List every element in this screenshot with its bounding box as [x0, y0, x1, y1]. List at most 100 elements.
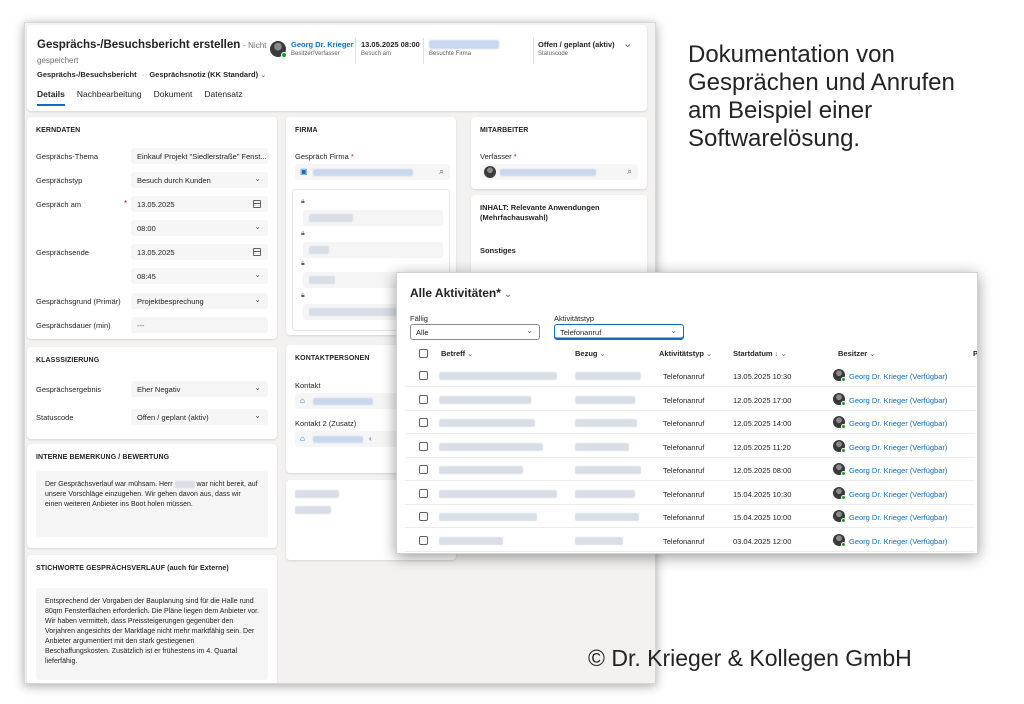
- end-time-select[interactable]: 08:45 ⌄: [131, 268, 268, 284]
- search-icon[interactable]: ⌕: [627, 166, 632, 177]
- tab-dokument[interactable]: Dokument: [154, 89, 193, 106]
- owner-avatar: [833, 392, 846, 406]
- field-label: Gesprächsdauer (min): [36, 321, 111, 330]
- duration-field[interactable]: ---: [131, 317, 268, 333]
- reference-redacted[interactable]: [575, 513, 639, 521]
- keywords-textarea[interactable]: Entsprechend der Vorgaben der Bauplanung…: [36, 588, 268, 680]
- subject-redacted[interactable]: [439, 513, 537, 521]
- activities-window: Alle Aktivitäten* ⌄ Fällig Alle ⌄ Aktivitä…: [396, 272, 978, 554]
- reference-redacted[interactable]: [575, 395, 635, 404]
- presence-icon: [841, 541, 846, 547]
- section-title: FIRMA: [295, 127, 318, 134]
- owner-link[interactable]: Georg Dr. Krieger: [291, 40, 354, 49]
- status-select[interactable]: Offen / geplant (aktiv) ⌄: [131, 409, 268, 425]
- reference-redacted[interactable]: [575, 536, 623, 545]
- subject-redacted[interactable]: [439, 395, 531, 404]
- tab-nachbearbeitung[interactable]: Nachbearbeitung: [77, 89, 142, 106]
- row-checkbox[interactable]: [419, 488, 428, 498]
- internal-note-textarea[interactable]: Der Gesprächsverlauf war mühsam. Herr wa…: [36, 471, 268, 537]
- result-select[interactable]: Eher Negativ ⌄: [131, 381, 268, 397]
- table-row[interactable]: Telefonanruf 12.05.2025 08:00 Georg Dr. Kr…: [405, 458, 975, 481]
- column-header-bezug[interactable]: Bezug ⌄: [575, 349, 606, 358]
- search-icon[interactable]: ⌕: [439, 166, 444, 177]
- topic-field[interactable]: Einkauf Projekt "Siedlerstraße" Fenst...: [131, 148, 268, 164]
- reference-redacted[interactable]: [575, 466, 641, 474]
- klassifizierung-card: KLASSSIZIERUNG Gesprächsergebnis Eher Ne…: [27, 347, 277, 439]
- company-redacted[interactable]: [313, 169, 413, 176]
- due-filter-select[interactable]: Alle ⌄: [410, 324, 540, 340]
- calendar-icon[interactable]: [253, 200, 261, 208]
- header-divider: [533, 38, 534, 64]
- expand-header-chevron-icon[interactable]: ⌄: [623, 37, 632, 50]
- reason-select[interactable]: Projektbesprechung ⌄: [131, 293, 268, 309]
- owner-link[interactable]: Georg Dr. Krieger (Verfügbar): [849, 396, 947, 405]
- start-time-select[interactable]: 08:00 ⌄: [131, 220, 268, 236]
- row-checkbox[interactable]: [419, 465, 428, 474]
- reference-redacted[interactable]: [575, 419, 637, 427]
- end-date-field[interactable]: 13.05.2025: [131, 244, 268, 260]
- row-checkbox[interactable]: [419, 512, 428, 521]
- form-selector[interactable]: Gesprächsnotiz (KK Standard): [149, 70, 258, 79]
- owner-link[interactable]: Georg Dr. Krieger (Verfügbar): [849, 466, 947, 475]
- owner-avatar: [833, 533, 846, 547]
- subject-redacted[interactable]: [439, 536, 503, 545]
- owner-link[interactable]: Georg Dr. Krieger (Verfügbar): [849, 537, 947, 546]
- presence-icon: [841, 471, 846, 476]
- owner-link[interactable]: Georg Dr. Krieger (Verfügbar): [849, 443, 947, 452]
- header-owner: Georg Dr. Krieger Besitzer/Verfasser: [291, 40, 354, 57]
- type-select[interactable]: Besuch durch Kunden ⌄: [131, 172, 268, 188]
- select-all-checkbox[interactable]: [419, 349, 428, 358]
- activity-type-cell: Telefonanruf: [663, 489, 705, 499]
- save-state-continued: gespeichert: [37, 56, 79, 65]
- column-header-truncated[interactable]: P: [973, 349, 977, 358]
- start-date-field[interactable]: 13.05.2025: [131, 196, 268, 212]
- company-redacted[interactable]: [429, 40, 499, 49]
- owner-link[interactable]: Georg Dr. Krieger (Verfügbar): [849, 490, 947, 499]
- activity-type-cell: Telefonanruf: [663, 419, 705, 428]
- reference-redacted[interactable]: [575, 489, 635, 498]
- start-date-cell: 12.05.2025 08:00: [733, 466, 792, 475]
- table-row[interactable]: Telefonanruf 03.04.2025 12:00 Georg Dr. Kr…: [405, 529, 975, 552]
- owner-avatar[interactable]: [270, 41, 287, 58]
- subject-redacted[interactable]: [439, 419, 535, 427]
- subject-redacted[interactable]: [439, 372, 557, 380]
- reference-redacted[interactable]: [575, 372, 641, 380]
- calendar-icon[interactable]: [253, 248, 261, 256]
- company-lookup[interactable]: ▣ ⌕: [295, 164, 450, 180]
- author-lookup[interactable]: ⌕: [480, 164, 638, 180]
- subject-redacted[interactable]: [439, 489, 557, 498]
- section-title: KLASSSIZIERUNG: [36, 357, 100, 364]
- table-row[interactable]: Telefonanruf 12.05.2025 14:00 Georg Dr. Kr…: [405, 411, 975, 434]
- row-checkbox[interactable]: [419, 394, 428, 404]
- row-checkbox[interactable]: [419, 371, 428, 380]
- owner-avatar: [833, 510, 846, 523]
- row-checkbox[interactable]: [419, 441, 428, 451]
- subject-redacted[interactable]: [439, 466, 523, 474]
- owner-link[interactable]: Georg Dr. Krieger (Verfügbar): [849, 419, 947, 428]
- row-checkbox[interactable]: [419, 418, 428, 427]
- chevron-down-icon: ⌄: [254, 411, 261, 420]
- subject-redacted[interactable]: [439, 442, 543, 451]
- view-selector[interactable]: Alle Aktivitäten* ⌄: [410, 286, 512, 300]
- presence-icon: [841, 424, 846, 429]
- tab-datensatz[interactable]: Datensatz: [204, 89, 242, 106]
- table-row[interactable]: Telefonanruf 12.05.2025 17:00 Georg Dr. Kr…: [405, 388, 975, 411]
- filter-label: Fällig: [410, 314, 428, 323]
- table-row[interactable]: Telefonanruf 12.05.2025 11:20 Georg Dr. Kr…: [405, 435, 975, 458]
- column-header-besitzer[interactable]: Besitzer ⌄: [838, 349, 875, 358]
- chevron-down-icon[interactable]: ⌄: [504, 289, 512, 300]
- owner-link[interactable]: Georg Dr. Krieger (Verfügbar): [849, 513, 947, 522]
- owner-link[interactable]: Georg Dr. Krieger (Verfügbar): [849, 372, 947, 381]
- table-row[interactable]: Telefonanruf 15.04.2025 10:00 Georg Dr. Kr…: [405, 505, 975, 528]
- table-row[interactable]: Telefonanruf 13.05.2025 10:30 Georg Dr. Kr…: [405, 364, 975, 387]
- type-filter-select[interactable]: Telefonanruf ⌄: [554, 324, 684, 340]
- column-header-aktivitaetstyp[interactable]: Aktivitätstyp ⌄: [659, 349, 712, 358]
- tab-details[interactable]: Details: [37, 89, 65, 106]
- table-row[interactable]: Telefonanruf 15.04.2025 10:30 Georg Dr. Kr…: [405, 482, 975, 505]
- row-checkbox[interactable]: [419, 535, 428, 545]
- column-header-startdatum[interactable]: Startdatum ↓ ⌄: [733, 349, 787, 358]
- column-header-betreff[interactable]: Betreff ⌄: [441, 349, 473, 358]
- field-label: Gesprächsergebnis: [36, 385, 102, 394]
- reference-redacted[interactable]: [575, 442, 629, 451]
- chevron-down-icon[interactable]: ⌄: [260, 70, 266, 79]
